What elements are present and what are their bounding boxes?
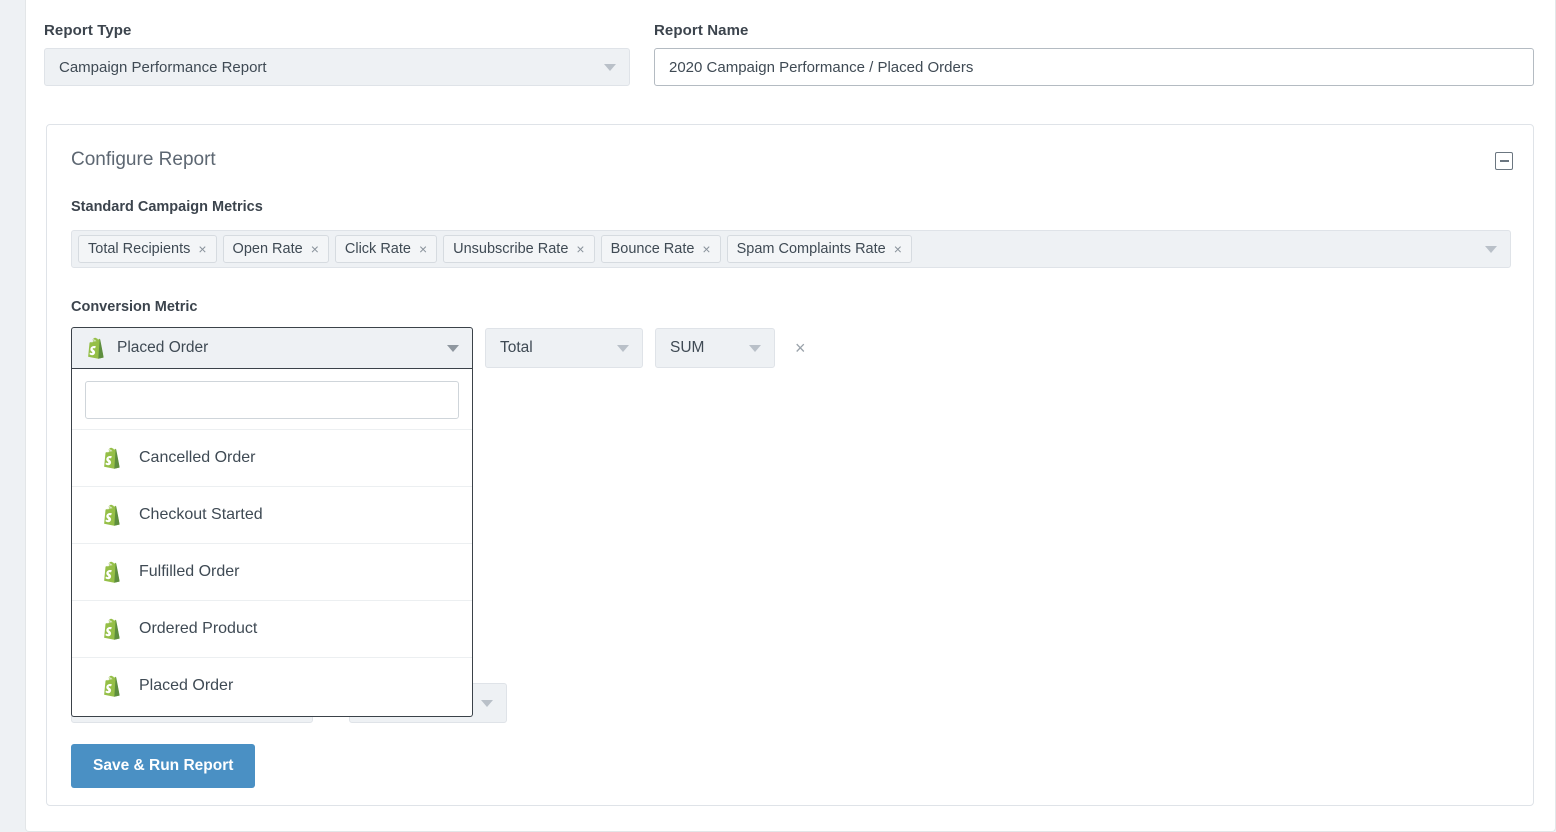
- report-type-label: Report Type: [44, 22, 630, 39]
- report-type-select[interactable]: Campaign Performance Report: [44, 48, 630, 86]
- metric-tag[interactable]: Unsubscribe Rate ×: [443, 235, 594, 263]
- dropdown-option[interactable]: Placed Order: [72, 657, 472, 714]
- shopify-icon: [100, 560, 122, 584]
- remove-tag-icon[interactable]: ×: [702, 242, 710, 256]
- measure-value: Total: [500, 339, 533, 357]
- configure-report-panel: Configure Report Standard Campaign Metri…: [46, 124, 1534, 806]
- report-type-value: Campaign Performance Report: [59, 59, 267, 76]
- metric-tag[interactable]: Spam Complaints Rate ×: [727, 235, 912, 263]
- conversion-metric-label: Conversion Metric: [71, 299, 198, 315]
- measure-select[interactable]: Total: [485, 328, 643, 368]
- metric-tag-label: Open Rate: [233, 241, 303, 257]
- chevron-down-icon: [617, 345, 629, 352]
- save-and-run-report-button[interactable]: Save & Run Report: [71, 744, 255, 788]
- aggregation-select[interactable]: SUM: [655, 328, 775, 368]
- metric-tag-label: Bounce Rate: [611, 241, 695, 257]
- minus-glyph: [1500, 160, 1509, 162]
- chevron-down-icon: [481, 700, 493, 707]
- report-type-field: Report Type Campaign Performance Report: [44, 22, 630, 86]
- shopify-icon: [100, 446, 122, 470]
- shopify-icon: [100, 674, 122, 698]
- metric-tag[interactable]: Click Rate ×: [335, 235, 437, 263]
- shopify-icon: [100, 503, 122, 527]
- aggregation-value: SUM: [670, 339, 704, 357]
- chevron-down-icon: [604, 64, 616, 71]
- metric-tag-label: Unsubscribe Rate: [453, 241, 568, 257]
- remove-tag-icon[interactable]: ×: [198, 242, 206, 256]
- dropdown-search-wrap: [72, 368, 472, 429]
- conversion-metric-row: Placed Order Total SUM ×: [71, 327, 814, 369]
- shopify-icon: [100, 617, 122, 641]
- dropdown-option[interactable]: Fulfilled Order: [72, 543, 472, 600]
- report-builder-card: Report Type Campaign Performance Report …: [25, 0, 1556, 832]
- remove-tag-icon[interactable]: ×: [576, 242, 584, 256]
- standard-metrics-multiselect[interactable]: Total Recipients × Open Rate × Click Rat…: [71, 230, 1511, 268]
- dropdown-option-label: Ordered Product: [139, 620, 257, 638]
- minus-square-icon[interactable]: [1495, 152, 1513, 170]
- metric-tag-label: Click Rate: [345, 241, 411, 257]
- chevron-down-icon: [447, 345, 459, 352]
- metric-tag[interactable]: Total Recipients ×: [78, 235, 217, 263]
- remove-conversion-metric-icon[interactable]: ×: [787, 335, 814, 361]
- configure-report-title: Configure Report: [71, 149, 216, 171]
- conversion-metric-dropdown: Cancelled Order Checkout Started Fulfill…: [71, 368, 473, 717]
- dropdown-option-label: Cancelled Order: [139, 449, 256, 467]
- dropdown-search-input[interactable]: [85, 381, 459, 419]
- remove-tag-icon[interactable]: ×: [311, 242, 319, 256]
- dropdown-option-label: Fulfilled Order: [139, 563, 239, 581]
- conversion-metric-value: Placed Order: [117, 339, 208, 357]
- report-name-input[interactable]: [654, 48, 1534, 86]
- report-meta-row: Report Type Campaign Performance Report …: [44, 22, 1534, 86]
- shopify-icon: [84, 336, 106, 360]
- remove-tag-icon[interactable]: ×: [419, 242, 427, 256]
- metric-tag[interactable]: Bounce Rate ×: [601, 235, 721, 263]
- standard-metrics-label: Standard Campaign Metrics: [71, 199, 263, 215]
- metric-tag[interactable]: Open Rate ×: [223, 235, 329, 263]
- dropdown-option-label: Checkout Started: [139, 506, 263, 524]
- report-name-label: Report Name: [654, 22, 1534, 39]
- remove-tag-icon[interactable]: ×: [894, 242, 902, 256]
- report-name-field: Report Name: [654, 22, 1534, 86]
- metric-tag-label: Total Recipients: [88, 241, 190, 257]
- dropdown-option-label: Placed Order: [139, 677, 233, 695]
- metric-tag-label: Spam Complaints Rate: [737, 241, 886, 257]
- dropdown-option[interactable]: Ordered Product: [72, 600, 472, 657]
- chevron-down-icon: [1485, 246, 1497, 253]
- conversion-metric-select[interactable]: Placed Order: [71, 327, 473, 369]
- dropdown-option[interactable]: Checkout Started: [72, 486, 472, 543]
- chevron-down-icon: [749, 345, 761, 352]
- dropdown-option[interactable]: Cancelled Order: [72, 429, 472, 486]
